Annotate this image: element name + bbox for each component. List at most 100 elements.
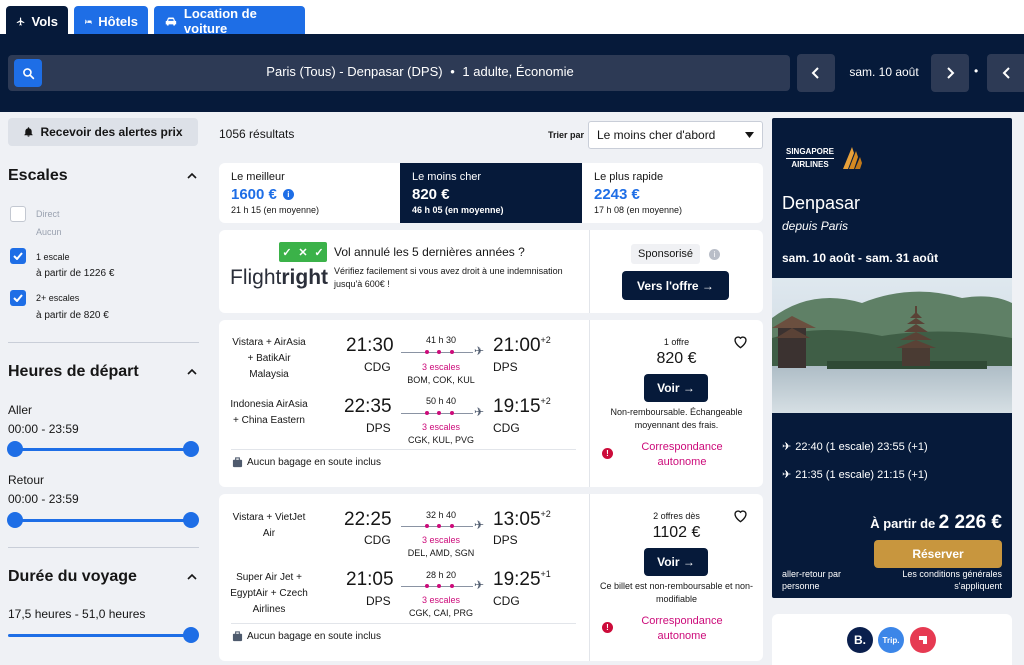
- tab-hotels-label: Hôtels: [98, 13, 138, 29]
- chevron-up-icon[interactable]: [187, 172, 197, 179]
- sort-tab-best[interactable]: Le meilleur 1600 € i 21 h 15 (en moyenne…: [219, 163, 400, 223]
- checkbox-one-stop[interactable]: [10, 248, 26, 264]
- booking-logo[interactable]: B.: [847, 627, 873, 653]
- arrival-time: 13:05+2: [493, 509, 551, 531]
- sort-tab-cheapest[interactable]: Le moins cher 820 € 46 h 05 (en moyenne): [400, 163, 582, 223]
- tab-flights[interactable]: Vols: [6, 6, 68, 36]
- arrival-airport: DPS: [493, 360, 518, 374]
- stop-dot: [450, 524, 454, 528]
- chevron-up-icon[interactable]: [187, 573, 197, 580]
- outbound-range: 00:00 - 23:59: [8, 422, 79, 436]
- suitcase-icon: [232, 457, 243, 468]
- stopover-airports: DEL, AMD, SGN: [407, 548, 475, 558]
- bali-temple-image: [772, 278, 1012, 413]
- checkbox-two-plus-stops[interactable]: [10, 290, 26, 306]
- departure-airport: CDG: [364, 533, 391, 547]
- stop-dot: [425, 411, 429, 415]
- sort-select[interactable]: Le moins cher d'abord: [588, 121, 763, 149]
- price-alert-label: Recevoir des alertes prix: [40, 125, 183, 139]
- chevron-up-icon[interactable]: [187, 368, 197, 375]
- departure-time: 22:25: [344, 509, 392, 530]
- ad-footnote-right: Les conditions générales s'appliquent: [902, 569, 1002, 591]
- plane-icon: ✈: [474, 518, 485, 532]
- airline-names: Vistara + VietJet Air: [232, 512, 306, 539]
- check-icon: [13, 294, 23, 302]
- ad-outbound-text: 22:40 (1 escale) 23:55 (+1): [795, 440, 928, 453]
- baggage-info: Aucun bagage en soute inclus: [232, 631, 381, 642]
- outbound-slider-track: [14, 448, 191, 451]
- return-label: Retour: [8, 473, 45, 487]
- self-transfer-warning: Correspondance autonome: [641, 441, 723, 468]
- return-prev-date-button[interactable]: [987, 54, 1024, 92]
- airline-names: Super Air Jet + EgyptAir + Czech Airline…: [230, 572, 308, 615]
- prev-date-button[interactable]: [797, 54, 835, 92]
- stop-dot: [425, 524, 429, 528]
- results-count: 1056 résultats: [219, 127, 295, 141]
- view-offer-button[interactable]: Voir →: [644, 548, 708, 576]
- day-offset: +2: [540, 509, 551, 519]
- price-alert-button[interactable]: Recevoir des alertes prix: [8, 118, 198, 146]
- divider: [8, 342, 199, 343]
- sponsor-headline: Vol annulé les 5 dernières années ?: [334, 245, 525, 259]
- date-separator: •: [974, 64, 979, 78]
- sponsor-cta-button[interactable]: Vers l'offre →: [622, 271, 729, 300]
- view-offer-button[interactable]: Voir →: [644, 374, 708, 402]
- sort-tab-price: 2243 €: [594, 186, 640, 203]
- alert-icon: !: [602, 448, 613, 459]
- ad-origin: depuis Paris: [782, 219, 849, 233]
- flight-price: 820 €: [656, 350, 697, 367]
- sort-tab-duration: 46 h 05 (en moyenne): [412, 205, 504, 215]
- outbound-slider-min-handle[interactable]: [7, 441, 23, 457]
- divider: [231, 623, 576, 624]
- departure-times-heading: Heures de départ: [8, 363, 139, 380]
- flightright-logo-badge: ✓ ✕ ✓: [279, 242, 327, 262]
- stop-option-label: Direct: [36, 209, 60, 219]
- tab-car-rental[interactable]: Location de voiture: [154, 6, 305, 36]
- baggage-text: Aucun bagage en soute inclus: [247, 631, 381, 642]
- return-slider-max-handle[interactable]: [183, 512, 199, 528]
- arrival-time: 21:00+2: [493, 335, 551, 357]
- return-slider-min-handle[interactable]: [7, 512, 23, 528]
- search-button[interactable]: [14, 59, 42, 87]
- date-display: sam. 10 août: [849, 65, 919, 79]
- stopover-airports: CGK, CAI, PRG: [408, 608, 473, 618]
- heart-icon[interactable]: [732, 508, 749, 523]
- sponsor-text: Vérifiez facilement si vous avez droit à…: [334, 266, 563, 289]
- ad-book-button[interactable]: Réserver: [874, 540, 1002, 568]
- partner-logo[interactable]: [910, 627, 936, 653]
- sort-tab-duration: 21 h 15 (en moyenne): [231, 205, 320, 215]
- sort-label: Trier par: [548, 130, 585, 140]
- arrival-airport: CDG: [493, 421, 520, 435]
- departure-airport: DPS: [366, 421, 391, 435]
- baggage-text: Aucun bagage en soute inclus: [247, 457, 381, 468]
- outbound-slider-max-handle[interactable]: [183, 441, 199, 457]
- trip-logo[interactable]: Trip.: [878, 627, 904, 653]
- fare-conditions: Non-remboursable. Échangeable moyennant …: [610, 407, 743, 430]
- plane-icon: [16, 17, 25, 25]
- day-offset: +1: [540, 569, 551, 579]
- logo-wordmark: SINGAPORE AIRLINES: [786, 147, 835, 170]
- tab-hotels[interactable]: Hôtels: [74, 6, 148, 36]
- arrival-time: 19:25+1: [493, 569, 551, 591]
- info-icon[interactable]: i: [282, 189, 294, 200]
- arrival-time-value: 19:15: [493, 396, 541, 417]
- next-date-button[interactable]: [931, 54, 969, 92]
- sort-tab-fastest[interactable]: Le plus rapide 2243 € 17 h 08 (en moyenn…: [582, 163, 763, 223]
- arrival-time-value: 21:00: [493, 335, 541, 356]
- airline-ad[interactable]: SINGAPORE AIRLINES Denpasar depuis Paris…: [772, 118, 1012, 598]
- stop-option-sub: Aucun: [36, 227, 62, 237]
- caret-down-icon: [745, 132, 754, 138]
- arrival-airport: DPS: [493, 533, 518, 547]
- baggage-info: Aucun bagage en soute inclus: [232, 457, 381, 468]
- stop-dot: [450, 350, 454, 354]
- plane-icon: ✈: [474, 578, 485, 592]
- duration-slider-max-handle[interactable]: [183, 627, 199, 643]
- info-icon[interactable]: i: [709, 249, 720, 260]
- arrival-time: 19:15+2: [493, 396, 551, 418]
- heart-icon[interactable]: [732, 334, 749, 349]
- outbound-label: Aller: [8, 403, 33, 417]
- ad-dates: sam. 10 août - sam. 31 août: [782, 251, 939, 265]
- checkbox-direct[interactable]: [10, 206, 26, 222]
- ad-return: ✈ 21:35 (1 escale) 21:15 (+1): [782, 468, 928, 482]
- departure-time: 21:05: [346, 569, 394, 590]
